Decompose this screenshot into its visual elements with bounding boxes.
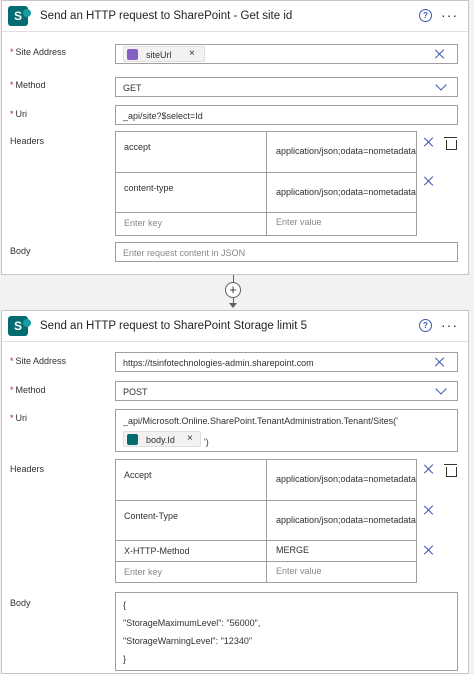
- body-line: {: [123, 600, 127, 610]
- body-field[interactable]: Enter request content in JSON: [115, 242, 458, 262]
- header-key-cell[interactable]: Content-Type: [116, 501, 267, 540]
- siteurl-token[interactable]: siteUrl ×: [123, 46, 205, 62]
- sharepoint-logo-icon: S: [8, 6, 31, 26]
- expression-icon: [127, 49, 138, 60]
- card-title[interactable]: Send an HTTP request to SharePoint Stora…: [40, 320, 307, 332]
- uri-suffix: '): [204, 437, 209, 447]
- site-address-label: * Site Address: [10, 356, 67, 366]
- chevron-down-icon[interactable]: [435, 383, 447, 395]
- uri-value: _api/site?$select=Id: [123, 111, 203, 121]
- headers-label: Headers: [10, 136, 45, 146]
- more-options-icon[interactable]: ···: [441, 7, 458, 23]
- chevron-down-icon[interactable]: [435, 79, 447, 91]
- headers-table: Accept application/json;odata=nometadata…: [115, 459, 417, 583]
- header-key-cell[interactable]: X-HTTP-Method: [116, 541, 267, 561]
- site-address-field[interactable]: https://tsinfotechnologies-admin.sharepo…: [115, 352, 458, 372]
- site-address-value: https://tsinfotechnologies-admin.sharepo…: [123, 358, 314, 368]
- more-options-icon[interactable]: ···: [441, 317, 458, 333]
- uri-label: * Uri: [10, 109, 28, 119]
- body-placeholder: Enter request content in JSON: [123, 248, 246, 258]
- help-icon[interactable]: ?: [419, 319, 432, 332]
- site-address-field[interactable]: siteUrl ×: [115, 44, 458, 64]
- remove-token-icon[interactable]: ×: [187, 433, 193, 444]
- switch-mode-icon[interactable]: [444, 137, 457, 150]
- key-input[interactable]: Enter key: [116, 213, 267, 235]
- method-value: POST: [123, 387, 148, 397]
- token-label: siteUrl: [146, 50, 172, 60]
- body-line: "StorageWarningLevel": "12340": [123, 636, 253, 646]
- table-row: accept application/json;odata=nometadata: [116, 132, 416, 172]
- table-row: Accept application/json;odata=nometadata: [116, 460, 416, 500]
- delete-row-icon[interactable]: [423, 504, 435, 516]
- header-key-cell[interactable]: Accept: [116, 460, 267, 500]
- header-key-cell[interactable]: content-type: [116, 173, 267, 212]
- method-label: * Method: [10, 385, 46, 395]
- method-dropdown[interactable]: POST: [115, 381, 458, 401]
- body-line: "StorageMaximumLevel": "56000",: [123, 618, 261, 628]
- card-title[interactable]: Send an HTTP request to SharePoint - Get…: [40, 10, 292, 22]
- site-address-label: * Site Address: [10, 47, 67, 57]
- sharepoint-token-icon: [127, 434, 138, 445]
- body-id-token[interactable]: body.Id ×: [123, 431, 201, 447]
- help-icon[interactable]: ?: [419, 9, 432, 22]
- action-card-storage-limit: S Send an HTTP request to SharePoint Sto…: [1, 310, 469, 674]
- header-key-cell[interactable]: accept: [116, 132, 267, 172]
- uri-field[interactable]: _api/site?$select=Id: [115, 105, 458, 125]
- delete-row-icon[interactable]: [423, 175, 435, 187]
- headers-table: accept application/json;odata=nometadata…: [115, 131, 417, 236]
- uri-value: _api/Microsoft.Online.SharePoint.TenantA…: [123, 416, 398, 426]
- card-header[interactable]: S Send an HTTP request to SharePoint - G…: [2, 1, 468, 32]
- action-card-get-site-id: S Send an HTTP request to SharePoint - G…: [1, 0, 469, 275]
- sharepoint-logo-icon: S: [8, 316, 31, 336]
- delete-row-icon[interactable]: [423, 136, 435, 148]
- body-label: Body: [10, 246, 31, 256]
- table-row: Content-Type application/json;odata=nome…: [116, 500, 416, 540]
- card-header[interactable]: S Send an HTTP request to SharePoint Sto…: [2, 311, 468, 342]
- method-value: GET: [123, 83, 142, 93]
- uri-label: * Uri: [10, 413, 28, 423]
- switch-mode-icon[interactable]: [444, 464, 457, 477]
- add-step-icon[interactable]: +: [225, 282, 241, 298]
- clear-icon[interactable]: [434, 356, 446, 368]
- table-row: X-HTTP-Method MERGE: [116, 540, 416, 561]
- table-row: Enter key Enter value: [116, 212, 416, 235]
- table-row: Enter key Enter value: [116, 561, 416, 582]
- table-row: content-type application/json;odata=nome…: [116, 172, 416, 212]
- key-input[interactable]: Enter key: [116, 562, 267, 582]
- delete-row-icon[interactable]: [423, 544, 435, 556]
- method-dropdown[interactable]: GET: [115, 77, 458, 97]
- uri-field[interactable]: _api/Microsoft.Online.SharePoint.TenantA…: [115, 409, 458, 452]
- body-line: }: [123, 654, 127, 664]
- delete-row-icon[interactable]: [423, 463, 435, 475]
- body-label: Body: [10, 598, 31, 608]
- token-label: body.Id: [146, 435, 175, 445]
- arrow-down-icon: [229, 303, 237, 308]
- clear-icon[interactable]: [434, 48, 446, 60]
- headers-label: Headers: [10, 464, 45, 474]
- remove-token-icon[interactable]: ×: [189, 48, 195, 59]
- body-field[interactable]: { "StorageMaximumLevel": "56000", "Stora…: [115, 592, 458, 671]
- method-label: * Method: [10, 80, 46, 90]
